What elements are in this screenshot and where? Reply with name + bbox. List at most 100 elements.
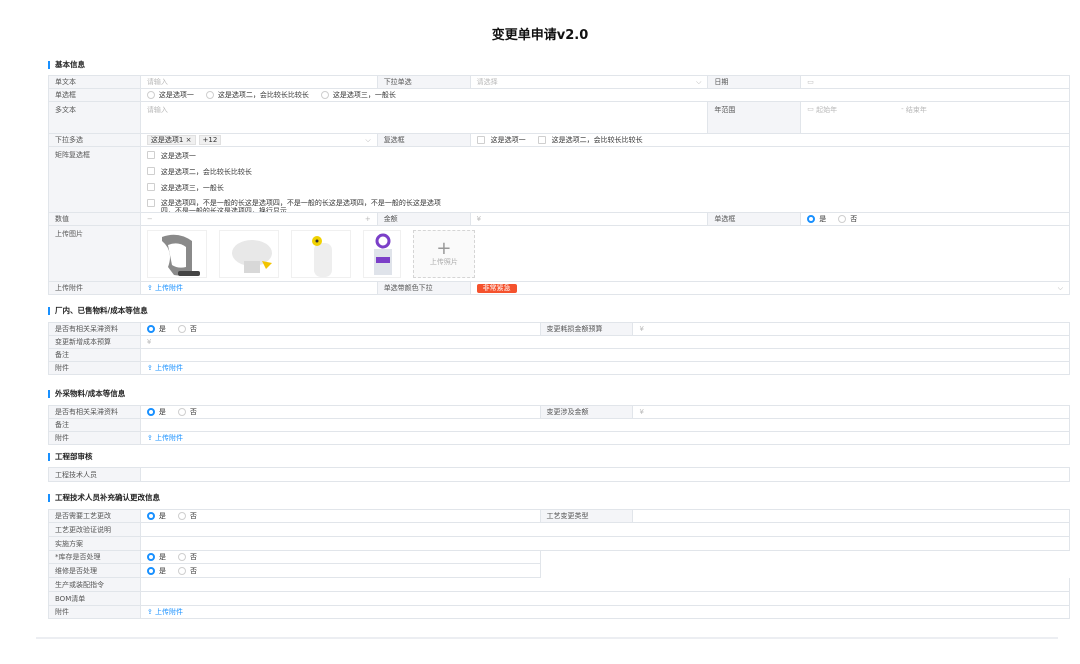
image-humidifier (311, 235, 332, 277)
radio-yes-text: 是 (158, 325, 166, 333)
radio-option-3[interactable] (320, 91, 329, 99)
external-upload-text: 上传附件 (155, 434, 184, 442)
radio-yes-text: 是 (158, 408, 166, 416)
radio2-group: 是否 (801, 213, 1071, 226)
factory-newcost-label: 变更新增成本预算 (49, 336, 141, 349)
external-remark-input[interactable] (140, 419, 1070, 432)
number-plus-button[interactable]: + (365, 215, 371, 223)
radio-no[interactable] (177, 408, 186, 416)
amount-label: 金额 (377, 213, 471, 226)
external-q1-radio: 是否 (140, 406, 541, 419)
dropdown-single-placeholder: 请选择 (476, 78, 498, 86)
image-thumb-3[interactable] (290, 229, 351, 278)
matrix-option-2[interactable] (146, 167, 155, 175)
plan-label: 实施方案 (49, 537, 141, 551)
dropdown-multi-select[interactable]: 这是选项1 × +12 ⌵ (140, 134, 378, 147)
matrix-label: 矩阵复选框 (49, 147, 141, 213)
amount-input[interactable]: ¥ (470, 213, 709, 226)
radio-yes[interactable] (146, 408, 155, 416)
checkbox-group: 这是选项一 这是选项二，会比较长比较长 (470, 134, 1070, 147)
matrix-option-3-text: 这是选项三，一般长 (160, 184, 224, 192)
factory-upload-link[interactable]: ⇪ 上传附件 (140, 362, 1070, 375)
external-amount-input[interactable]: ¥ (633, 406, 1070, 419)
chevron-down-icon: ⌵ (1057, 283, 1063, 292)
matrix-option-3[interactable] (146, 183, 155, 191)
chevron-down-icon: ⌵ (365, 135, 371, 144)
verify-label: 工艺更改验证说明 (49, 523, 141, 537)
images-label: 上传图片 (49, 226, 141, 282)
footer-divider (36, 637, 1058, 639)
dropdown-multi-label: 下拉多选 (49, 134, 141, 147)
number-stepper[interactable]: − + (140, 213, 378, 226)
matrix-option-1[interactable] (146, 151, 155, 159)
external-remark-label: 备注 (49, 419, 141, 432)
factory-remark-input[interactable] (140, 349, 1070, 362)
image-thumb-1[interactable] (146, 229, 207, 278)
radio-no[interactable] (838, 215, 847, 223)
radio-yes-text: 是 (159, 566, 166, 575)
dropdown-single-select[interactable]: 请选择 ⌵ (470, 76, 709, 89)
number-label: 数值 (49, 213, 141, 226)
radio-yes[interactable] (147, 553, 155, 561)
radio-no[interactable] (177, 512, 186, 520)
selected-tag: 这是选项1 × (146, 134, 196, 145)
image-purifier (373, 233, 392, 275)
upload-attachment-link[interactable]: ⇪ 上传附件 (140, 282, 378, 295)
plan-input[interactable] (140, 537, 1070, 551)
external-table: 是否有相关呆滞资料 是否 变更涉及金额 ¥ 备注 附件 ⇪ 上传附件 (48, 405, 1070, 445)
color-dropdown-select[interactable]: 非常紧急 ⌵ (470, 282, 1070, 295)
matrix-option-1-text: 这是选项一 (160, 152, 196, 160)
bom-input[interactable] (140, 592, 1070, 606)
verify-input[interactable] (140, 523, 1070, 537)
external-upload-link[interactable]: ⇪ 上传附件 (140, 432, 1070, 445)
factory-remark-label: 备注 (49, 349, 141, 362)
multi-text-input[interactable]: 请输入 (140, 102, 709, 134)
checkbox-option-2-text: 这是选项二，会比较长比较长 (551, 136, 643, 144)
bom-label: BOM清单 (49, 592, 141, 606)
radio-no[interactable] (178, 553, 186, 561)
close-icon[interactable]: × (186, 136, 192, 144)
date-picker[interactable]: ▭ (801, 76, 1071, 89)
radio-no-text: 否 (189, 512, 197, 520)
image-thumb-4[interactable] (362, 229, 401, 278)
upload-icon: ⇪ (146, 364, 153, 372)
number-minus-button[interactable]: − (147, 215, 153, 223)
add-image-text: 上传照片 (429, 257, 458, 266)
factory-budget-label: 变更耗损金额预算 (540, 323, 634, 336)
radio-option-1[interactable] (146, 91, 155, 99)
eng-tech-input[interactable] (140, 468, 1070, 482)
order-input[interactable] (140, 578, 1070, 592)
radio-no-text: 否 (850, 215, 858, 223)
checkbox-option-1[interactable] (476, 136, 485, 144)
year-range-picker[interactable]: ▭ 起始年 - 结束年 (801, 102, 1070, 134)
checkbox-option-2[interactable] (537, 136, 546, 144)
radio-no-text: 否 (190, 553, 197, 561)
matrix-option-4-text: 这是选项四，不是一般的长这是选项四，不是一般的长这是选项四，不是一般的长这是选项… (160, 199, 441, 213)
factory-budget-input[interactable]: ¥ (633, 323, 1070, 336)
process-type-input[interactable] (633, 510, 1070, 523)
plus-icon: + (436, 237, 452, 259)
upload-icon: ⇪ (146, 434, 153, 442)
stock-radio: 是否 (141, 551, 541, 564)
factory-newcost-input[interactable]: ¥ (140, 336, 1070, 349)
radio-yes[interactable] (147, 566, 155, 575)
radio-yes[interactable] (146, 512, 155, 520)
radio-yes-text: 是 (158, 512, 166, 520)
radio-option-2[interactable] (205, 91, 214, 99)
radio-yes[interactable] (146, 325, 155, 333)
process-change-label: 是否需要工艺更改 (49, 510, 141, 523)
radio-no[interactable] (177, 325, 186, 333)
calendar-icon: ▭ (807, 78, 814, 86)
engtech-upload-link[interactable]: ⇪ 上传附件 (140, 606, 1070, 619)
radio-no-text: 否 (190, 566, 197, 575)
urgency-badge: 非常紧急 (476, 283, 517, 293)
matrix-option-2-text: 这是选项二，会比较长比较长 (160, 168, 252, 176)
radio-no[interactable] (178, 566, 186, 575)
image-thumb-2[interactable] (218, 229, 279, 278)
radio-yes[interactable] (807, 215, 816, 223)
page-title: 变更单申请v2.0 (491, 28, 589, 43)
single-text-input[interactable]: 请输入 (140, 76, 378, 89)
add-image-button[interactable]: + 上传照片 (412, 229, 475, 278)
more-tag: +12 (198, 134, 222, 145)
matrix-option-4[interactable] (146, 199, 155, 207)
